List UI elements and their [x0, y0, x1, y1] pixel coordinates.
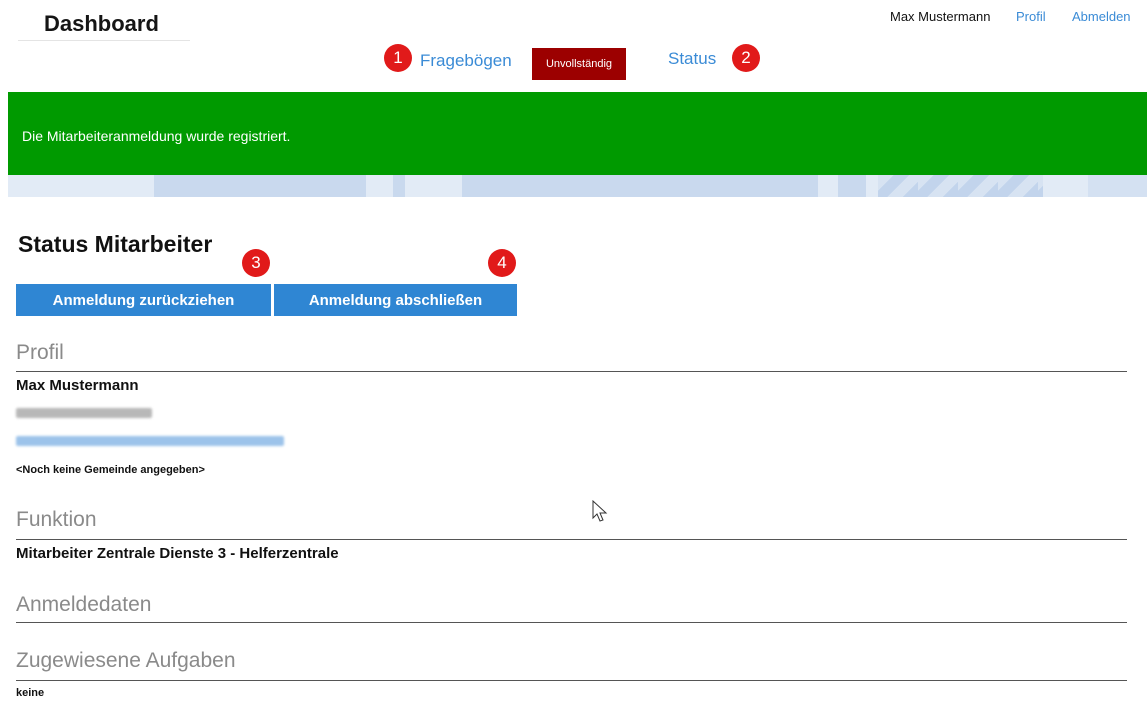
nav-status-link[interactable]: Status: [668, 49, 716, 69]
annotation-marker-4: 4: [488, 249, 516, 277]
function-divider: [16, 539, 1127, 540]
withdraw-registration-button[interactable]: Anmeldung zurückziehen: [16, 284, 271, 316]
incomplete-badge: Unvollständig: [532, 48, 626, 80]
no-community-note: <Noch keine Gemeinde angegeben>: [16, 464, 205, 476]
logout-link[interactable]: Abmelden: [1072, 9, 1131, 24]
title-divider: [18, 40, 190, 41]
profile-divider: [16, 371, 1127, 372]
page-title: Status Mitarbeiter: [18, 231, 213, 257]
profile-heading: Profil: [16, 341, 64, 364]
function-heading: Funktion: [16, 508, 97, 531]
user-name: Max Mustermann: [890, 9, 991, 24]
assigned-tasks-divider: [16, 680, 1127, 681]
annotation-marker-1: 1: [384, 44, 412, 72]
annotation-marker-2: 2: [732, 44, 760, 72]
redacted-email-link[interactable]: [16, 436, 284, 446]
success-message: Die Mitarbeiteranmeldung wurde registrie…: [22, 128, 291, 144]
redacted-address: [16, 408, 152, 418]
registration-data-divider: [16, 622, 1127, 623]
profile-name: Max Mustermann: [16, 377, 139, 394]
function-value: Mitarbeiter Zentrale Dienste 3 - Helferz…: [16, 545, 339, 562]
decorative-stripe: [8, 175, 1147, 197]
assigned-tasks-value: keine: [16, 687, 45, 699]
assigned-tasks-heading: Zugewiesene Aufgaben: [16, 649, 236, 672]
mouse-cursor-icon: [592, 500, 608, 522]
complete-registration-button[interactable]: Anmeldung abschließen: [274, 284, 517, 316]
nav-questionnaires-link[interactable]: Fragebögen: [420, 51, 512, 71]
registration-data-heading: Anmeldedaten: [16, 593, 152, 616]
dashboard-title: Dashboard: [44, 11, 159, 36]
profile-link[interactable]: Profil: [1016, 9, 1046, 24]
annotation-marker-3: 3: [242, 249, 270, 277]
